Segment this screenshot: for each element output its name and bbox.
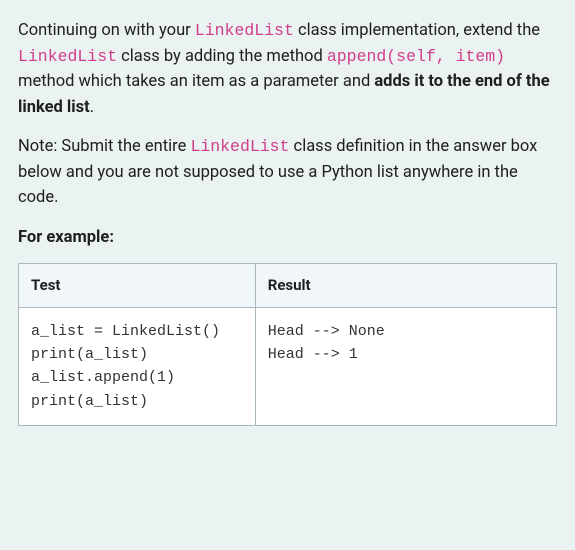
intro-text-4: method which takes an item as a paramete… [18,72,374,91]
intro-paragraph: Continuing on with your LinkedList class… [18,18,557,120]
linkedlist-code-1: LinkedList [195,21,294,40]
linkedlist-code-3: LinkedList [190,137,289,156]
example-table: Test Result a_list = LinkedList() print(… [18,263,557,426]
linkedlist-code-2: LinkedList [18,47,117,66]
note-paragraph: Note: Submit the entire LinkedList class… [18,134,557,211]
header-result: Result [255,263,556,307]
intro-text-1: Continuing on with your [18,21,195,40]
intro-text-5: . [90,98,94,117]
note-text-1: Note: Submit the entire [18,137,190,156]
header-test: Test [19,263,256,307]
test-cell: a_list = LinkedList() print(a_list) a_li… [19,307,256,425]
result-cell: Head --> None Head --> 1 [255,307,556,425]
intro-text-3: class by adding the method [117,47,327,66]
table-row: a_list = LinkedList() print(a_list) a_li… [19,307,557,425]
example-heading: For example: [18,225,557,251]
append-method-code: append(self, item) [327,47,505,66]
table-header-row: Test Result [19,263,557,307]
intro-text-2: class implementation, extend the [294,21,540,40]
